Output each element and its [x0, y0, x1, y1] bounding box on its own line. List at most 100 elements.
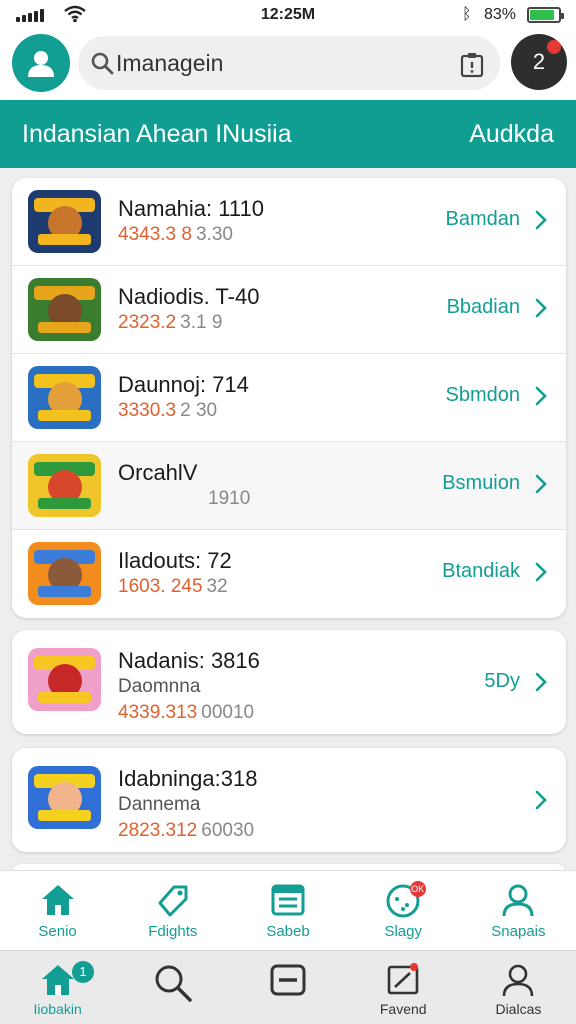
tab-badge: 1	[72, 961, 94, 983]
list-item[interactable]: Daunnoj: 714 3330.3 2 30 Sbmdon	[12, 354, 566, 442]
tab-search[interactable]	[115, 951, 230, 1024]
profile-icon	[502, 884, 534, 917]
game-thumbnail-icon	[28, 454, 101, 517]
stat-primary: 4339.313	[118, 702, 198, 723]
tab-label: Senio	[38, 923, 77, 940]
item-subtitle: Daomnna	[118, 676, 201, 697]
list-item[interactable]: OrcahlV 1910 Bsmuion	[12, 442, 566, 530]
tab-badge: OK	[409, 881, 426, 897]
profile-avatar[interactable]	[12, 34, 70, 92]
tab-profile[interactable]: Snapais	[461, 871, 576, 950]
item-action-label[interactable]: Bsmuion	[442, 472, 520, 495]
item-subtitle: Dannema	[118, 794, 201, 815]
tab-label: Fdights	[148, 923, 198, 940]
stat-secondary: 3.30	[195, 224, 233, 245]
list-item[interactable]: Nadiodis. T-40 2323.2 3.1 9 Bbadian	[12, 266, 566, 354]
tab-label: Iiobakin	[33, 1001, 82, 1017]
chevron-right-icon	[535, 562, 547, 582]
item-action-label[interactable]: Sbmdon	[446, 384, 521, 407]
search-icon	[155, 965, 192, 1002]
tab-faces[interactable]: OK Slagy	[346, 871, 461, 950]
game-thumbnail-icon	[28, 190, 101, 253]
item-action-label[interactable]: Bbadian	[447, 296, 520, 319]
header-action-link[interactable]: Audkda	[469, 120, 554, 149]
home-icon	[41, 965, 74, 995]
search-icon	[91, 52, 114, 75]
search-bar[interactable]	[78, 36, 500, 90]
item-stats: 4343.3 8 3.30	[118, 224, 233, 246]
item-title: Nadiodis. T-40	[118, 284, 260, 309]
stat-primary: 4343.3 8	[118, 224, 192, 245]
item-title: Idabninga:318	[118, 766, 258, 791]
stat-primary: 2323.2	[118, 312, 177, 333]
chevron-right-icon	[535, 474, 547, 494]
list-item[interactable]: Nadanis: 3816 Daomnna 4339.313 00010 5Dy	[12, 630, 566, 734]
stat-secondary: 1910	[208, 488, 251, 509]
chevron-right-icon	[535, 790, 547, 810]
item-action-label[interactable]: 5Dy	[484, 670, 520, 693]
tab-list[interactable]: Sabeb	[230, 871, 345, 950]
tab-card[interactable]	[230, 951, 345, 1024]
tab-notes[interactable]: Favend	[346, 951, 461, 1024]
search-input[interactable]	[116, 44, 446, 82]
clipboard-icon[interactable]	[460, 52, 484, 78]
item-stats: 1910	[118, 488, 250, 510]
chevron-right-icon	[535, 386, 547, 406]
notification-dot	[409, 963, 418, 971]
game-thumbnail-icon	[28, 648, 101, 711]
stat-primary: 2823.312	[118, 820, 198, 841]
game-thumbnail-icon	[28, 542, 101, 605]
tag-icon	[158, 885, 188, 917]
stat-secondary: 32	[206, 576, 228, 597]
tab-label: Favend	[379, 1001, 427, 1017]
notifications-button[interactable]: 2	[511, 34, 567, 90]
stat-secondary: 3.1 9	[180, 312, 223, 333]
chevron-right-icon	[535, 210, 547, 230]
game-thumbnail-icon	[28, 766, 101, 829]
stat-primary: 1603. 245	[118, 576, 203, 597]
top-bar: 2	[0, 30, 576, 100]
item-title: OrcahlV	[118, 460, 198, 485]
status-bar: 12:25M ᛒ 83%	[0, 0, 576, 30]
tab-label: Dialcas	[495, 1001, 542, 1017]
tab-home[interactable]: Senio	[0, 871, 115, 950]
header-title: Indansian Ahean INusiia	[22, 120, 292, 148]
tab-label: Sabeb	[266, 923, 310, 940]
stat-secondary: 00010	[201, 702, 255, 723]
item-stats: 4339.313 00010	[118, 702, 254, 724]
battery-icon	[527, 7, 564, 23]
notification-dot	[547, 40, 561, 54]
bluetooth-icon: ᛒ	[462, 6, 472, 23]
game-list-card: Namahia: 1110 4343.3 8 3.30 Bamdan Nadiodis.…	[12, 178, 566, 618]
tab-bar-primary: Senio Fdights Sabeb OK Slagy Snapais	[0, 870, 576, 950]
notification-count: 2	[532, 49, 546, 74]
section-header: Indansian Ahean INusiia Audkda	[0, 100, 576, 168]
game-card: Nadanis: 3816 Daomnna 4339.313 00010 5Dy	[12, 630, 566, 734]
tab-bar-secondary: 1 Iiobakin Favend Dialcas	[0, 950, 576, 1024]
item-stats: 1603. 245 32	[118, 576, 228, 598]
battery-percent: 83%	[484, 6, 517, 23]
tab-profile-secondary[interactable]: Dialcas	[461, 951, 576, 1024]
user-icon	[28, 51, 54, 77]
item-action-label[interactable]: Btandiak	[442, 560, 520, 583]
game-thumbnail-icon	[28, 278, 101, 341]
item-stats: 2323.2 3.1 9	[118, 312, 222, 334]
list-item[interactable]: Iladouts: 72 1603. 245 32 Btandiak	[12, 530, 566, 618]
profile-icon	[503, 964, 534, 997]
item-title: Iladouts: 72	[118, 548, 232, 573]
item-action-label[interactable]: Bamdan	[446, 208, 521, 231]
chevron-right-icon	[535, 298, 547, 318]
stat-secondary: 2 30	[180, 400, 218, 421]
list-item[interactable]: Idabninga:318 Dannema 2823.312 60030	[12, 748, 566, 852]
list-item[interactable]: Namahia: 1110 4343.3 8 3.30 Bamdan	[12, 178, 566, 266]
item-stats: 3330.3 2 30	[118, 400, 217, 422]
list-icon	[271, 884, 305, 916]
tab-home-secondary[interactable]: 1 Iiobakin	[0, 951, 115, 1024]
item-stats: 2823.312 60030	[118, 820, 254, 842]
game-card: Idabninga:318 Dannema 2823.312 60030	[12, 748, 566, 852]
stat-secondary: 60030	[201, 820, 255, 841]
item-title: Nadanis: 3816	[118, 648, 260, 673]
chevron-right-icon	[535, 672, 547, 692]
tab-tags[interactable]: Fdights	[115, 871, 230, 950]
home-icon	[41, 885, 74, 915]
